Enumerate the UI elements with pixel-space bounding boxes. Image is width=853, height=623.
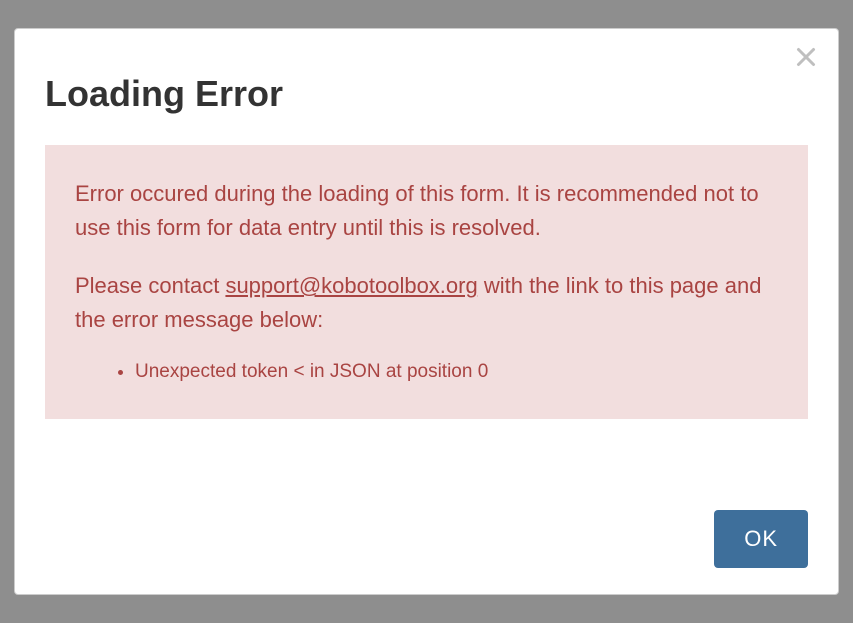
modal-title: Loading Error — [45, 73, 808, 115]
error-list-item: Unexpected token < in JSON at position 0 — [135, 355, 778, 388]
close-icon — [796, 47, 816, 67]
close-button[interactable] — [796, 47, 816, 67]
alert-paragraph-1: Error occured during the loading of this… — [75, 177, 778, 245]
alert-p2-prefix: Please contact — [75, 273, 225, 298]
error-modal: Loading Error Error occured during the l… — [14, 28, 839, 595]
alert-box: Error occured during the loading of this… — [45, 145, 808, 419]
alert-paragraph-2: Please contact support@kobotoolbox.org w… — [75, 269, 778, 337]
error-list: Unexpected token < in JSON at position 0 — [135, 355, 778, 388]
ok-button[interactable]: OK — [714, 510, 808, 568]
support-email-link[interactable]: support@kobotoolbox.org — [225, 273, 477, 298]
modal-footer: OK — [45, 510, 808, 568]
